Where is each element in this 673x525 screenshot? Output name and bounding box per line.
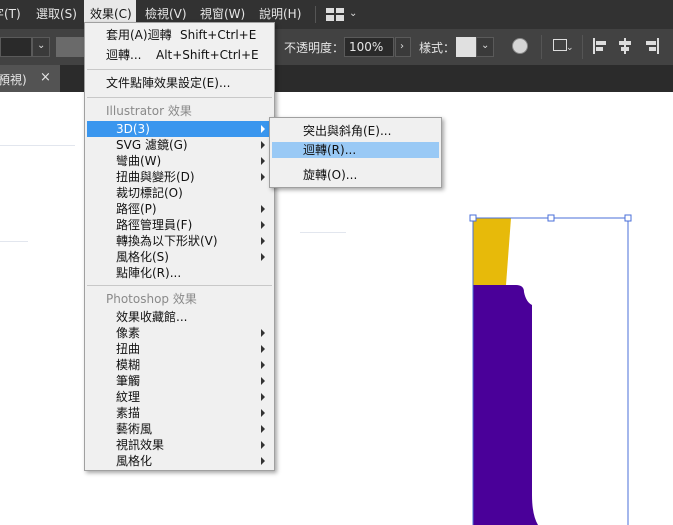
menu-separator — [87, 69, 272, 70]
menu-item-effect-gallery[interactable]: 效果收藏館... — [116, 309, 187, 325]
submenu-arrow-icon — [261, 221, 265, 229]
shape-yellow-segment[interactable] — [473, 218, 511, 285]
last-effect-item[interactable]: 迴轉... — [106, 47, 141, 63]
photoshop-effects-header: Photoshop 效果 — [106, 292, 197, 306]
recolor-artwork-icon[interactable] — [512, 38, 528, 54]
submenu-arrow-icon — [261, 457, 265, 465]
menu-item-svg-filters[interactable]: SVG 濾鏡(G) — [116, 137, 188, 153]
selection-handle[interactable] — [624, 214, 632, 222]
menu-item-3d[interactable]: 3D(3) — [87, 121, 272, 137]
fill-dropdown[interactable] — [0, 37, 32, 57]
menu-item-stylize-illustrator[interactable]: 風格化(S) — [116, 249, 169, 265]
submenu-arrow-icon — [261, 329, 265, 337]
submenu-arrow-icon — [261, 345, 265, 353]
document-raster-settings-item[interactable]: 文件點陣效果設定(E)... — [106, 75, 230, 91]
submenu-item-revolve-label: 迴轉(R)... — [303, 143, 357, 157]
opacity-label: 不透明度： — [284, 41, 345, 55]
submenu-arrow-icon — [261, 205, 265, 213]
fill-chevron-down-icon[interactable]: ⌄ — [32, 37, 50, 57]
menu-item-artistic[interactable]: 藝術風 — [116, 421, 152, 437]
artwork-shape[interactable] — [466, 210, 636, 525]
submenu-arrow-icon — [261, 441, 265, 449]
menu-type[interactable]: 字(T) — [0, 0, 21, 29]
menu-separator — [87, 285, 272, 286]
submenu-arrow-icon — [261, 425, 265, 433]
menu-separator — [87, 97, 272, 98]
illustrator-effects-header: Illustrator 效果 — [106, 104, 192, 118]
submenu-arrow-icon — [261, 409, 265, 417]
submenu-3d: 突出與斜角(E)... 迴轉(R)... 旋轉(O)... — [269, 117, 442, 188]
menu-item-sketch[interactable]: 素描 — [116, 405, 140, 421]
opacity-input[interactable]: 100% — [344, 37, 394, 57]
menu-item-rasterize[interactable]: 點陣化(R)... — [116, 265, 181, 281]
menu-item-convert-to-shape[interactable]: 轉換為以下形狀(V) — [116, 233, 218, 249]
workspace-layout-icon[interactable] — [326, 8, 344, 21]
submenu-arrow-icon — [261, 393, 265, 401]
submenu-arrow-icon — [261, 173, 265, 181]
menu-select[interactable]: 選取(S) — [36, 0, 77, 29]
style-label: 樣式： — [419, 41, 456, 55]
submenu-item-extrude-bevel[interactable]: 突出與斜角(E)... — [303, 123, 391, 139]
submenu-arrow-icon — [261, 377, 265, 385]
menu-item-video[interactable]: 視訊效果 — [116, 437, 164, 453]
align-right-icon[interactable] — [645, 38, 659, 54]
menu-item-path[interactable]: 路徑(P) — [116, 201, 157, 217]
menu-item-pathfinder[interactable]: 路徑管理員(F) — [116, 217, 192, 233]
submenu-item-revolve[interactable]: 迴轉(R)... — [272, 142, 439, 158]
menu-item-distort-transform[interactable]: 扭曲與變形(D) — [116, 169, 195, 185]
tab-close-icon[interactable]: × — [40, 70, 51, 85]
document-tab[interactable]: 預視) × — [0, 65, 60, 92]
document-tab-title: 預視) — [0, 73, 27, 87]
last-effect-shortcut: Alt+Shift+Ctrl+E — [156, 48, 259, 62]
submenu-arrow-icon — [261, 237, 265, 245]
menu-item-stylize-photoshop[interactable]: 風格化 — [116, 453, 152, 469]
menu-item-blur[interactable]: 模糊 — [116, 357, 140, 373]
control-divider-2 — [582, 35, 583, 59]
shape-purple-segment[interactable] — [473, 285, 538, 525]
submenu-arrow-icon — [261, 253, 265, 261]
apply-last-effect-item[interactable]: 套用(A)迴轉 — [106, 27, 172, 43]
apply-last-effect-shortcut: Shift+Ctrl+E — [180, 28, 257, 42]
selection-handle[interactable] — [547, 214, 555, 222]
align-horizontal-center-icon[interactable] — [618, 38, 632, 54]
effect-menu: 套用(A)迴轉 Shift+Ctrl+E 迴轉... Alt+Shift+Ctr… — [84, 22, 275, 471]
selection-handle[interactable] — [469, 214, 477, 222]
menu-item-pixelate[interactable]: 像素 — [116, 325, 140, 341]
submenu-arrow-icon — [261, 157, 265, 165]
submenu-item-rotate[interactable]: 旋轉(O)... — [303, 167, 357, 183]
align-left-icon[interactable] — [593, 38, 607, 54]
submenu-arrow-icon — [261, 141, 265, 149]
style-swatch[interactable] — [456, 37, 476, 57]
menu-item-warp[interactable]: 彎曲(W) — [116, 153, 161, 169]
submenu-arrow-icon — [261, 361, 265, 369]
control-divider — [541, 35, 542, 59]
menubar-divider — [315, 6, 316, 23]
menu-item-crop-marks[interactable]: 裁切標記(O) — [116, 185, 183, 201]
style-chevron-down-icon[interactable]: ⌄ — [476, 37, 494, 57]
submenu-arrow-icon — [261, 125, 265, 133]
align-to-icon[interactable] — [553, 39, 567, 51]
menu-item-3d-label: 3D(3) — [116, 122, 150, 136]
workspace-chevron-down-icon[interactable]: ⌄ — [349, 8, 357, 19]
menu-item-distort[interactable]: 扭曲 — [116, 341, 140, 357]
opacity-chevron-right-icon[interactable]: › — [395, 37, 411, 57]
canvas-ghost-mark — [0, 241, 28, 242]
align-to-chevron-down-icon[interactable]: ⌄ — [566, 43, 574, 53]
stroke-swatch[interactable] — [56, 37, 84, 57]
menu-item-texture[interactable]: 紋理 — [116, 389, 140, 405]
canvas-ghost-mark — [0, 145, 75, 146]
canvas-ghost-mark — [300, 232, 346, 233]
menu-item-brush-strokes[interactable]: 筆觸 — [116, 373, 140, 389]
